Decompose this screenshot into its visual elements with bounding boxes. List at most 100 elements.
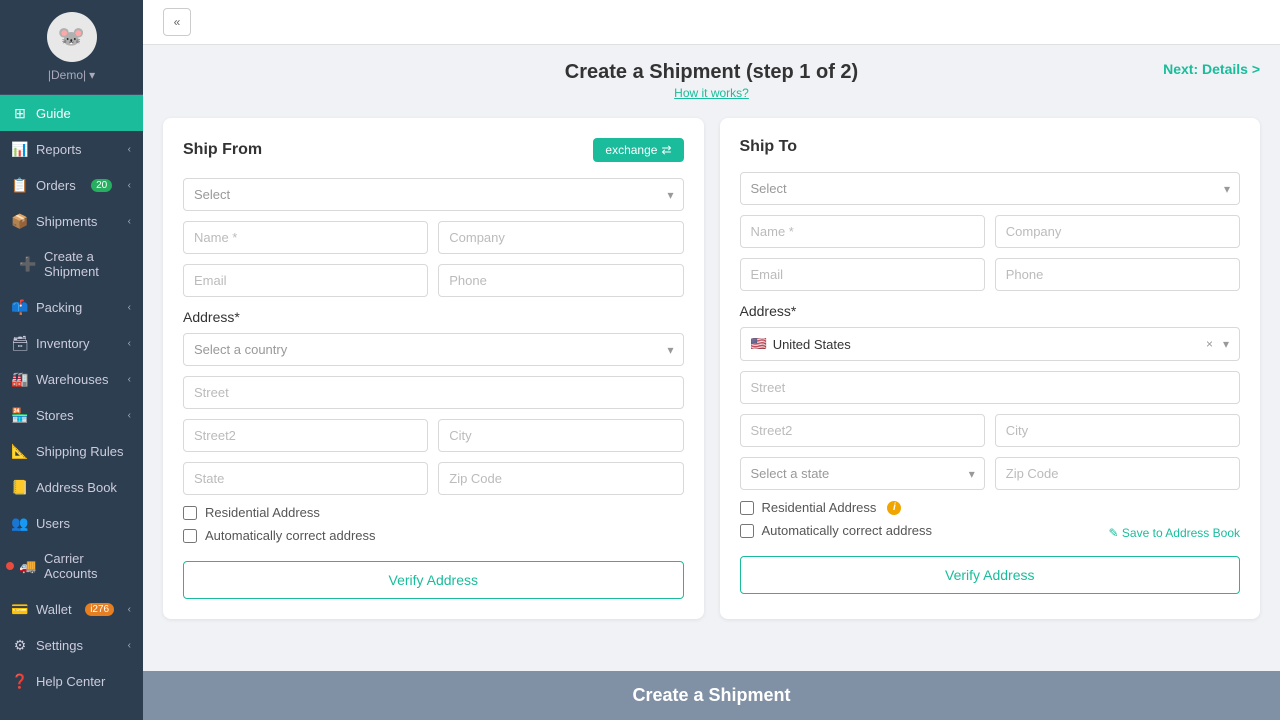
ship-to-city-input[interactable] bbox=[995, 414, 1240, 447]
ship-from-residential-row: Residential Address bbox=[183, 505, 684, 520]
next-button[interactable]: Next: Details > bbox=[1163, 61, 1260, 77]
ship-from-residential-checkbox[interactable] bbox=[183, 506, 197, 520]
ship-from-city-field bbox=[438, 419, 683, 452]
ship-from-email-field bbox=[183, 264, 428, 297]
ship-from-name-field bbox=[183, 221, 428, 254]
country-clear-icon[interactable]: × bbox=[1206, 337, 1213, 351]
ship-to-state-select[interactable]: Select a state bbox=[740, 457, 985, 490]
save-to-address-book-link[interactable]: Save to Address Book bbox=[1109, 526, 1240, 540]
sidebar-item-shipments[interactable]: 📦 Shipments ‹ bbox=[0, 203, 143, 239]
ship-to-street2-field bbox=[740, 414, 985, 447]
ship-to-verify-button[interactable]: Verify Address bbox=[740, 556, 1241, 594]
sidebar-item-guide[interactable]: ⊞ Guide bbox=[0, 95, 143, 131]
orders-icon: 📋 bbox=[12, 177, 28, 193]
ship-from-country-select[interactable]: Select a country bbox=[183, 333, 684, 366]
chevron-icon: ‹ bbox=[128, 144, 131, 155]
chevron-icon: ‹ bbox=[128, 180, 131, 191]
ship-from-phone-input[interactable] bbox=[438, 264, 683, 297]
ship-from-email-input[interactable] bbox=[183, 264, 428, 297]
sidebar-item-address-book[interactable]: 📒 Address Book bbox=[0, 469, 143, 505]
page-header: Create a Shipment (step 1 of 2) How it w… bbox=[143, 45, 1280, 108]
ship-to-autocorrect-label: Automatically correct address bbox=[762, 523, 933, 538]
address-book-icon: 📒 bbox=[12, 479, 28, 495]
sidebar-item-label: Orders bbox=[36, 178, 76, 193]
sidebar-item-stores[interactable]: 🏪 Stores ‹ bbox=[0, 397, 143, 433]
sidebar-item-orders[interactable]: 📋 Orders 20 ‹ bbox=[0, 167, 143, 203]
ship-from-name-input[interactable] bbox=[183, 221, 428, 254]
ship-to-country-select[interactable]: 🇺🇸 United States × ▾ bbox=[740, 327, 1241, 361]
sidebar-item-label: Create a Shipment bbox=[44, 249, 131, 279]
help-icon: ❓ bbox=[12, 673, 28, 689]
ship-from-company-field bbox=[438, 221, 683, 254]
chevron-icon: ‹ bbox=[128, 302, 131, 313]
residential-info-icon[interactable]: i bbox=[887, 501, 901, 515]
ship-to-street-row bbox=[740, 371, 1241, 404]
ship-from-zip-input[interactable] bbox=[438, 462, 683, 495]
topbar: « bbox=[143, 0, 1280, 45]
sidebar-item-users[interactable]: 👥 Users bbox=[0, 505, 143, 541]
exchange-button[interactable]: exchange ⇄ bbox=[593, 138, 683, 162]
sidebar: 🐭 |Demo| ▾ ⊞ Guide 📊 Reports ‹ 📋 Orders … bbox=[0, 0, 143, 720]
users-icon: 👥 bbox=[12, 515, 28, 531]
ship-to-city-field bbox=[995, 414, 1240, 447]
sidebar-item-label: Shipping Rules bbox=[36, 444, 123, 459]
warehouses-icon: 🏭 bbox=[12, 371, 28, 387]
ship-from-street2-city-row bbox=[183, 419, 684, 452]
ship-from-street-input[interactable] bbox=[183, 376, 684, 409]
sidebar-item-packing[interactable]: 📫 Packing ‹ bbox=[0, 289, 143, 325]
chevron-icon: ‹ bbox=[128, 338, 131, 349]
back-button[interactable]: « bbox=[163, 8, 191, 36]
ship-to-state-wrapper: Select a state bbox=[740, 457, 985, 490]
demo-label[interactable]: |Demo| ▾ bbox=[48, 68, 95, 82]
ship-to-company-field bbox=[995, 215, 1240, 248]
bottom-bar-title: Create a Shipment bbox=[632, 685, 790, 705]
ship-from-state-field bbox=[183, 462, 428, 495]
sidebar-item-inventory[interactable]: 🗃 Inventory ‹ bbox=[0, 325, 143, 361]
ship-to-name-company-row bbox=[740, 215, 1241, 248]
ship-from-verify-button[interactable]: Verify Address bbox=[183, 561, 684, 599]
sidebar-item-shipping-rules[interactable]: 📐 Shipping Rules bbox=[0, 433, 143, 469]
carrier-icon: 🚚 bbox=[20, 558, 36, 574]
ship-from-city-input[interactable] bbox=[438, 419, 683, 452]
ship-to-autocorrect-checkbox[interactable] bbox=[740, 524, 754, 538]
sidebar-item-label: Settings bbox=[36, 638, 83, 653]
ship-from-autocorrect-checkbox[interactable] bbox=[183, 529, 197, 543]
bottom-bar: Create a Shipment bbox=[143, 671, 1280, 720]
ship-from-select[interactable]: Select bbox=[183, 178, 684, 211]
sidebar-item-label: Inventory bbox=[36, 336, 89, 351]
chevron-icon: ‹ bbox=[128, 410, 131, 421]
form-area: Ship From exchange ⇄ Select bbox=[143, 108, 1280, 671]
carrier-dot bbox=[6, 562, 14, 570]
ship-to-email-phone-row bbox=[740, 258, 1241, 291]
sidebar-item-create-shipment[interactable]: ➕ Create a Shipment bbox=[0, 239, 143, 289]
ship-to-email-input[interactable] bbox=[740, 258, 985, 291]
sidebar-item-warehouses[interactable]: 🏭 Warehouses ‹ bbox=[0, 361, 143, 397]
sidebar-item-settings[interactable]: ⚙ Settings ‹ bbox=[0, 627, 143, 663]
ship-to-country-value: 🇺🇸 United States bbox=[751, 336, 851, 352]
sidebar-item-wallet[interactable]: 💳 Wallet i276 ‹ bbox=[0, 591, 143, 627]
chevron-icon: ‹ bbox=[128, 374, 131, 385]
ship-to-name-input[interactable] bbox=[740, 215, 985, 248]
settings-icon: ⚙ bbox=[12, 637, 28, 653]
sidebar-item-help-center[interactable]: ❓ Help Center bbox=[0, 663, 143, 699]
how-it-works-link[interactable]: How it works? bbox=[163, 86, 1260, 100]
page-title: Create a Shipment (step 1 of 2) bbox=[163, 61, 1260, 84]
ship-to-company-input[interactable] bbox=[995, 215, 1240, 248]
sidebar-item-reports[interactable]: 📊 Reports ‹ bbox=[0, 131, 143, 167]
ship-to-street2-input[interactable] bbox=[740, 414, 985, 447]
exchange-label: exchange bbox=[605, 143, 657, 157]
ship-from-autocorrect-label: Automatically correct address bbox=[205, 528, 376, 543]
ship-from-company-input[interactable] bbox=[438, 221, 683, 254]
ship-to-residential-row: Residential Address i bbox=[740, 500, 1241, 515]
ship-from-street2-input[interactable] bbox=[183, 419, 428, 452]
demo-chevron: ▾ bbox=[89, 68, 95, 82]
ship-to-street-input[interactable] bbox=[740, 371, 1241, 404]
sidebar-item-label: Warehouses bbox=[36, 372, 109, 387]
sidebar-item-carrier-accounts[interactable]: 🚚 Carrier Accounts bbox=[0, 541, 143, 591]
ship-to-select[interactable]: Select bbox=[740, 172, 1241, 205]
ship-to-phone-input[interactable] bbox=[995, 258, 1240, 291]
ship-to-residential-checkbox[interactable] bbox=[740, 501, 754, 515]
ship-to-zip-input[interactable] bbox=[995, 457, 1240, 490]
ship-from-street2-field bbox=[183, 419, 428, 452]
ship-from-state-input[interactable] bbox=[183, 462, 428, 495]
